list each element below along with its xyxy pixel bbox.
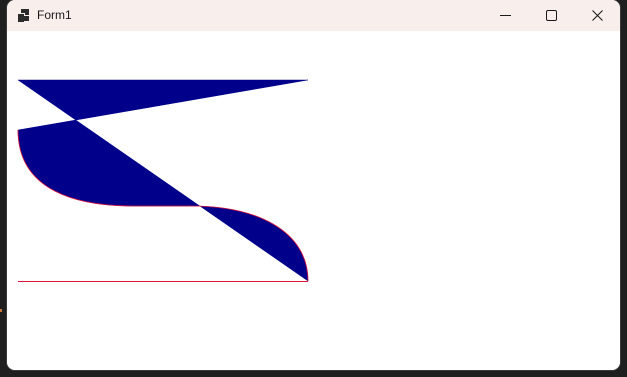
minimize-icon [500, 15, 511, 16]
minimize-button[interactable] [482, 0, 528, 31]
title-bar[interactable]: Form1 [7, 0, 620, 31]
maximize-icon [546, 10, 557, 21]
drawing-canvas [17, 79, 309, 282]
maximize-button[interactable] [528, 0, 574, 31]
window-title: Form1 [37, 8, 72, 22]
filled-curve-shape [17, 79, 309, 282]
close-button[interactable] [574, 0, 620, 31]
desktop-edge-mark [0, 309, 2, 312]
close-icon [592, 10, 603, 21]
app-icon[interactable] [17, 9, 29, 23]
form-window: Form1 [7, 0, 620, 370]
client-area[interactable] [7, 31, 620, 370]
